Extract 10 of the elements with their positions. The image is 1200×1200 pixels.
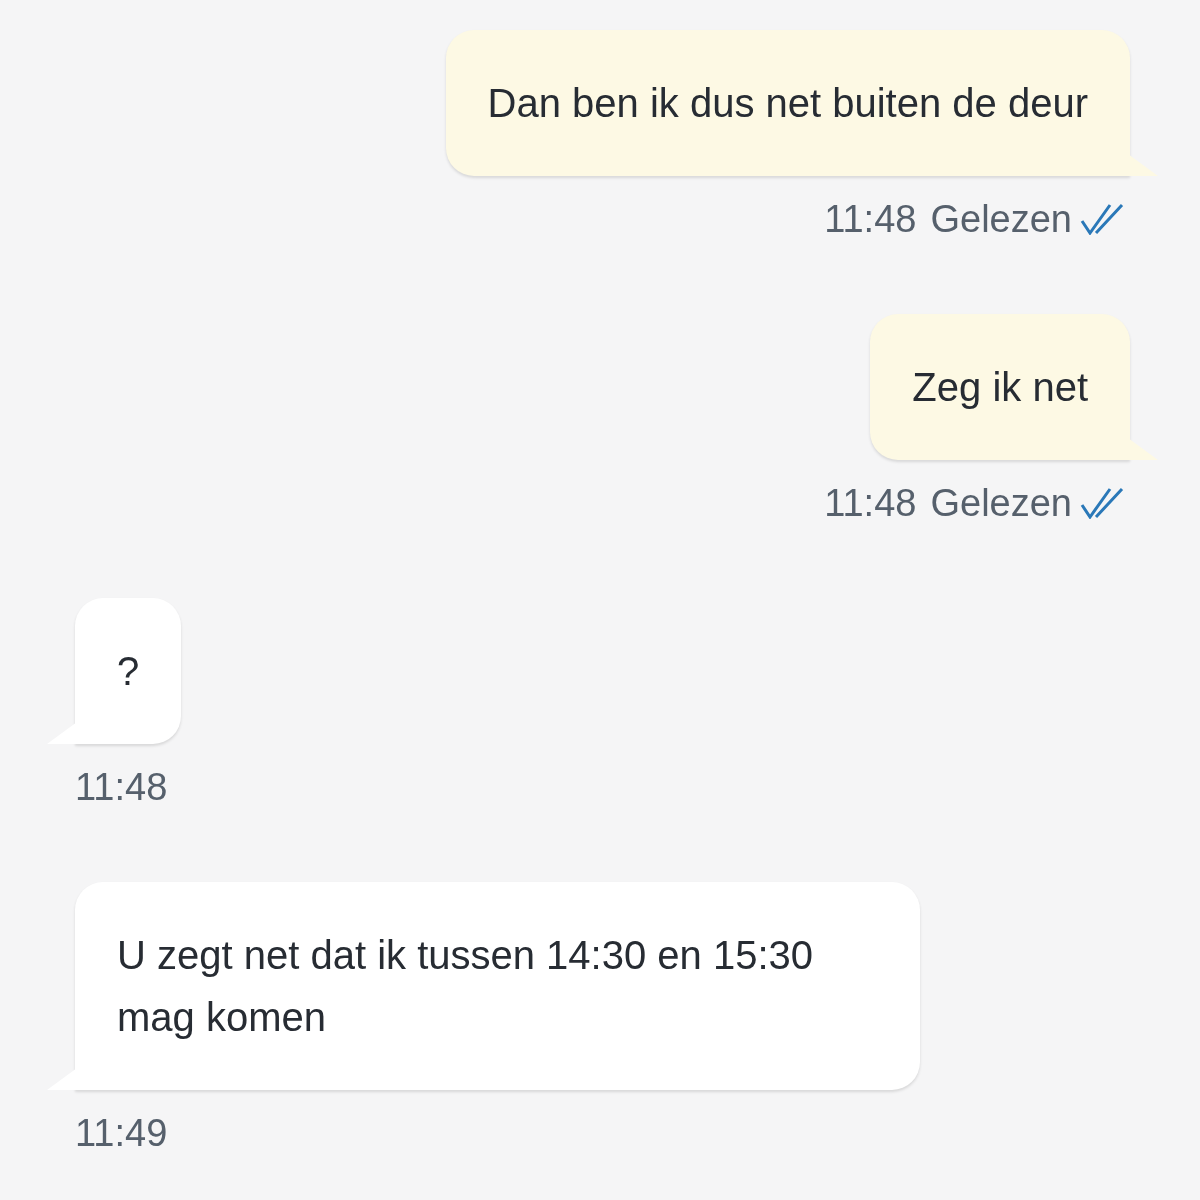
- message-text: Dan ben ik dus net buiten de deur: [487, 80, 1088, 127]
- read-status: Gelezen: [930, 481, 1072, 526]
- message-time: 11:48: [75, 765, 168, 810]
- read-status: Gelezen: [930, 197, 1072, 242]
- message-time: 11:49: [75, 1111, 168, 1156]
- message-time: 11:48: [824, 197, 917, 242]
- message-time: 11:48: [824, 481, 917, 526]
- message-text: Zeg ik net: [912, 364, 1088, 411]
- message-text: ?: [117, 648, 140, 695]
- message-text: U zegt net dat ik tussen 14:30 en 15:30 mag komen: [117, 932, 815, 1041]
